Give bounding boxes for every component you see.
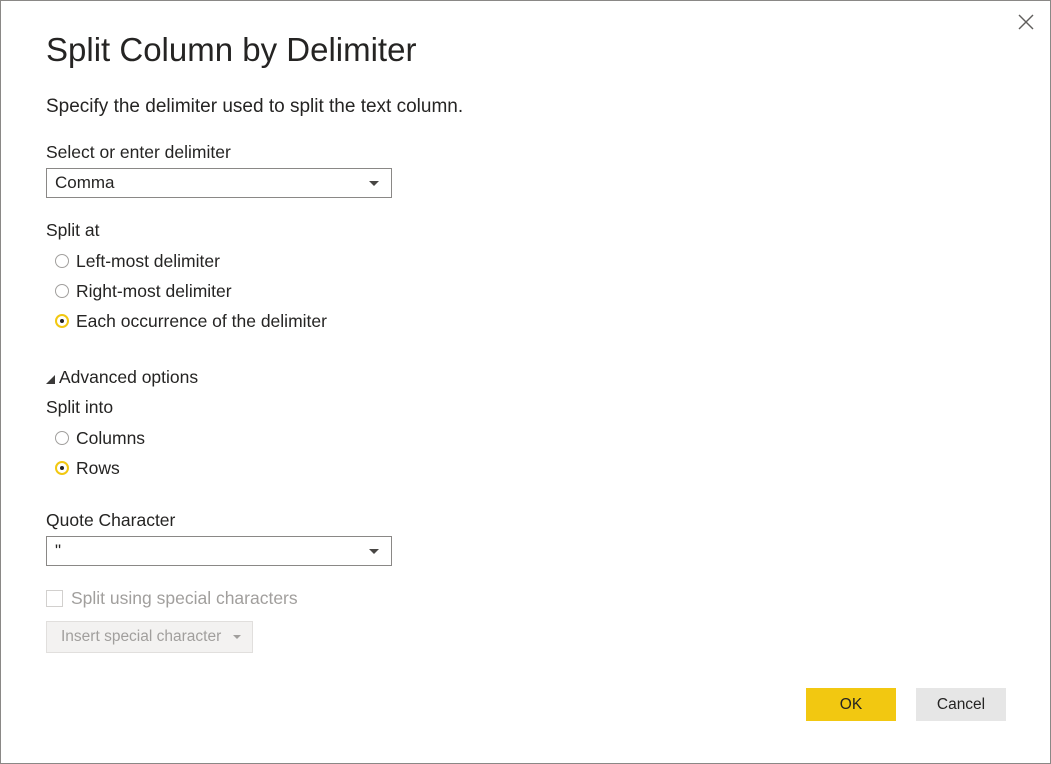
delimiter-select[interactable]: Comma xyxy=(46,168,392,198)
radio-button-selected[interactable] xyxy=(55,314,69,328)
radio-button[interactable] xyxy=(55,254,69,268)
quote-character-value: " xyxy=(55,541,62,560)
quote-character-select[interactable]: " xyxy=(46,536,392,566)
radio-label: Right-most delimiter xyxy=(76,280,232,301)
chevron-down-icon xyxy=(233,635,242,639)
triangle-expanded-icon xyxy=(46,374,55,384)
delimiter-label: Select or enter delimiter xyxy=(46,142,231,162)
radio-columns[interactable]: Columns xyxy=(55,427,145,449)
chevron-down-icon xyxy=(369,181,379,186)
close-icon xyxy=(1018,14,1034,30)
radio-label: Rows xyxy=(76,457,120,478)
radio-label: Each occurrence of the delimiter xyxy=(76,310,327,331)
radio-label: Left-most delimiter xyxy=(76,250,220,271)
chevron-down-icon xyxy=(369,549,379,554)
split-column-dialog: Split Column by Delimiter Specify the de… xyxy=(0,0,1051,764)
close-button[interactable] xyxy=(1015,11,1037,33)
dialog-subtitle: Specify the delimiter used to split the … xyxy=(46,96,464,117)
cancel-button[interactable]: Cancel xyxy=(916,688,1006,721)
dialog-title: Split Column by Delimiter xyxy=(46,31,417,68)
split-special-characters-checkbox[interactable] xyxy=(46,590,63,607)
advanced-options-toggle[interactable]: Advanced options xyxy=(46,367,198,388)
advanced-options-label: Advanced options xyxy=(59,367,199,387)
radio-each-occurrence[interactable]: Each occurrence of the delimiter xyxy=(55,310,327,332)
radio-left-most-delimiter[interactable]: Left-most delimiter xyxy=(55,250,220,272)
radio-right-most-delimiter[interactable]: Right-most delimiter xyxy=(55,280,232,302)
split-special-characters-option[interactable]: Split using special characters xyxy=(46,588,298,609)
radio-label: Columns xyxy=(76,427,146,448)
checkbox-label: Split using special characters xyxy=(71,588,298,608)
radio-button[interactable] xyxy=(55,284,69,298)
radio-button-selected[interactable] xyxy=(55,461,69,475)
quote-character-label: Quote Character xyxy=(46,510,176,530)
insert-special-character-button[interactable]: Insert special character xyxy=(46,621,253,653)
split-into-label: Split into xyxy=(46,397,114,417)
radio-button[interactable] xyxy=(55,431,69,445)
insert-special-character-label: Insert special character xyxy=(61,628,222,645)
radio-rows[interactable]: Rows xyxy=(55,457,120,479)
split-at-label: Split at xyxy=(46,220,100,240)
delimiter-value: Comma xyxy=(55,173,115,192)
ok-button[interactable]: OK xyxy=(806,688,896,721)
